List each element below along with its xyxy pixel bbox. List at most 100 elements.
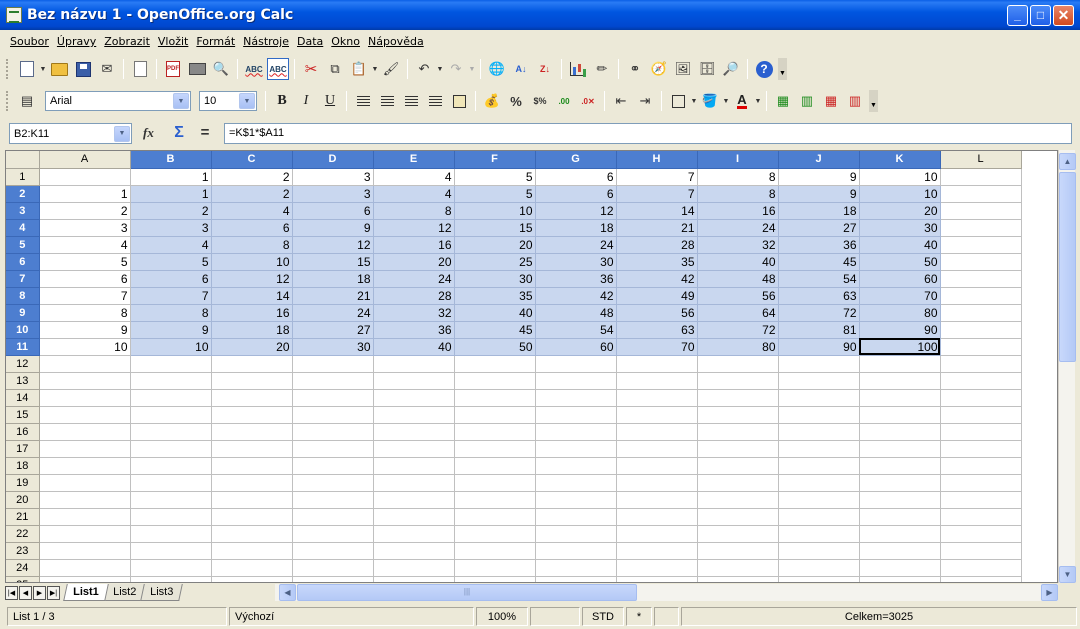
- menu-nastroje[interactable]: Nástroje: [239, 35, 293, 48]
- cell-d19[interactable]: [292, 474, 374, 492]
- cell-h15[interactable]: [616, 406, 698, 424]
- cell-j4[interactable]: 27: [778, 219, 860, 237]
- cell-k12[interactable]: [859, 355, 941, 373]
- row-header[interactable]: 11: [6, 338, 40, 356]
- cell-l22[interactable]: [940, 525, 1022, 543]
- merge-cells-icon[interactable]: [448, 90, 470, 112]
- cell-g3[interactable]: 12: [535, 202, 617, 220]
- cell-a20[interactable]: [39, 491, 131, 509]
- cell-g15[interactable]: [535, 406, 617, 424]
- cell-d12[interactable]: [292, 355, 374, 373]
- cell-l3[interactable]: [940, 202, 1022, 220]
- cell-g1[interactable]: 6: [535, 168, 617, 186]
- cell-e2[interactable]: 4: [373, 185, 455, 203]
- cell-g17[interactable]: [535, 440, 617, 458]
- cell-c8[interactable]: 14: [211, 287, 293, 305]
- toolbar-overflow-icon[interactable]: ▼: [869, 90, 878, 112]
- cell-h18[interactable]: [616, 457, 698, 475]
- cell-f15[interactable]: [454, 406, 536, 424]
- cell-i18[interactable]: [697, 457, 779, 475]
- delete-rows-icon[interactable]: ▦: [820, 90, 842, 112]
- cell-f13[interactable]: [454, 372, 536, 390]
- cell-b21[interactable]: [130, 508, 212, 526]
- cell-a13[interactable]: [39, 372, 131, 390]
- font-size-dropdown-icon[interactable]: ▼: [239, 93, 255, 109]
- spreadsheet-grid[interactable]: ABCDEFGHIJKL 1 1 2 3 4 5 6 7 8 9 10 2 1 1 2 3 4 5 6 7 8 9 10 3 2…: [5, 150, 1058, 583]
- font-color-dropdown-arrow-icon[interactable]: ▼: [754, 90, 762, 112]
- menu-okno[interactable]: Okno: [327, 35, 364, 48]
- scroll-up-arrow-icon[interactable]: ▲: [1059, 153, 1076, 170]
- cell-g25[interactable]: [535, 576, 617, 582]
- cell-h16[interactable]: [616, 423, 698, 441]
- cell-a8[interactable]: 7: [39, 287, 131, 305]
- cell-j14[interactable]: [778, 389, 860, 407]
- status-signature[interactable]: [654, 607, 679, 626]
- cell-h5[interactable]: 28: [616, 236, 698, 254]
- select-all-corner[interactable]: [6, 151, 40, 169]
- cell-a7[interactable]: 6: [39, 270, 131, 288]
- cell-k5[interactable]: 40: [859, 236, 941, 254]
- cell-i24[interactable]: [697, 559, 779, 577]
- cell-c12[interactable]: [211, 355, 293, 373]
- cell-c17[interactable]: [211, 440, 293, 458]
- cell-k24[interactable]: [859, 559, 941, 577]
- cell-l17[interactable]: [940, 440, 1022, 458]
- menu-upravy[interactable]: Úpravy: [53, 35, 100, 48]
- cell-a9[interactable]: 8: [39, 304, 131, 322]
- insert-rows-icon[interactable]: ▦: [772, 90, 794, 112]
- cell-f20[interactable]: [454, 491, 536, 509]
- cell-l13[interactable]: [940, 372, 1022, 390]
- email-document-icon[interactable]: ✉: [96, 58, 118, 80]
- cell-f12[interactable]: [454, 355, 536, 373]
- cell-e1[interactable]: 4: [373, 168, 455, 186]
- cell-l9[interactable]: [940, 304, 1022, 322]
- background-color-icon[interactable]: 🪣: [699, 90, 721, 112]
- toolbar-grip[interactable]: [6, 91, 9, 111]
- cell-l20[interactable]: [940, 491, 1022, 509]
- cell-b16[interactable]: [130, 423, 212, 441]
- redo-dropdown-arrow-icon[interactable]: ▼: [468, 58, 476, 80]
- row-header[interactable]: 16: [6, 423, 40, 441]
- cell-d17[interactable]: [292, 440, 374, 458]
- cell-g12[interactable]: [535, 355, 617, 373]
- cell-j18[interactable]: [778, 457, 860, 475]
- cell-k6[interactable]: 50: [859, 253, 941, 271]
- cell-b20[interactable]: [130, 491, 212, 509]
- cell-d1[interactable]: 3: [292, 168, 374, 186]
- cell-f9[interactable]: 40: [454, 304, 536, 322]
- sort-descending-icon[interactable]: Z↓: [534, 58, 556, 80]
- cell-a2[interactable]: 1: [39, 185, 131, 203]
- cell-h1[interactable]: 7: [616, 168, 698, 186]
- cell-f23[interactable]: [454, 542, 536, 560]
- cell-g23[interactable]: [535, 542, 617, 560]
- cell-i25[interactable]: [697, 576, 779, 582]
- cell-f5[interactable]: 20: [454, 236, 536, 254]
- cell-d16[interactable]: [292, 423, 374, 441]
- cell-a15[interactable]: [39, 406, 131, 424]
- cell-d4[interactable]: 9: [292, 219, 374, 237]
- horizontal-scroll-thumb[interactable]: |||: [297, 584, 637, 601]
- cell-h22[interactable]: [616, 525, 698, 543]
- cell-f16[interactable]: [454, 423, 536, 441]
- menu-zobrazit[interactable]: Zobrazit: [100, 35, 154, 48]
- cell-f6[interactable]: 25: [454, 253, 536, 271]
- close-button[interactable]: ✕: [1053, 5, 1074, 26]
- cell-d22[interactable]: [292, 525, 374, 543]
- menu-vlozit[interactable]: Vložit: [154, 35, 192, 48]
- formula-input[interactable]: =K$1*$A11: [224, 123, 1072, 144]
- column-header-j[interactable]: J: [778, 151, 860, 169]
- cell-f18[interactable]: [454, 457, 536, 475]
- bold-icon[interactable]: B: [271, 90, 293, 112]
- cell-l15[interactable]: [940, 406, 1022, 424]
- cell-k11[interactable]: 100: [859, 338, 941, 356]
- redo-icon[interactable]: ↷: [445, 58, 467, 80]
- cell-i21[interactable]: [697, 508, 779, 526]
- column-header-h[interactable]: H: [616, 151, 698, 169]
- cell-k16[interactable]: [859, 423, 941, 441]
- row-header[interactable]: 21: [6, 508, 40, 526]
- cell-b12[interactable]: [130, 355, 212, 373]
- cell-b3[interactable]: 2: [130, 202, 212, 220]
- find-replace-binoculars-icon[interactable]: ⚭: [624, 58, 646, 80]
- cell-h21[interactable]: [616, 508, 698, 526]
- cell-d14[interactable]: [292, 389, 374, 407]
